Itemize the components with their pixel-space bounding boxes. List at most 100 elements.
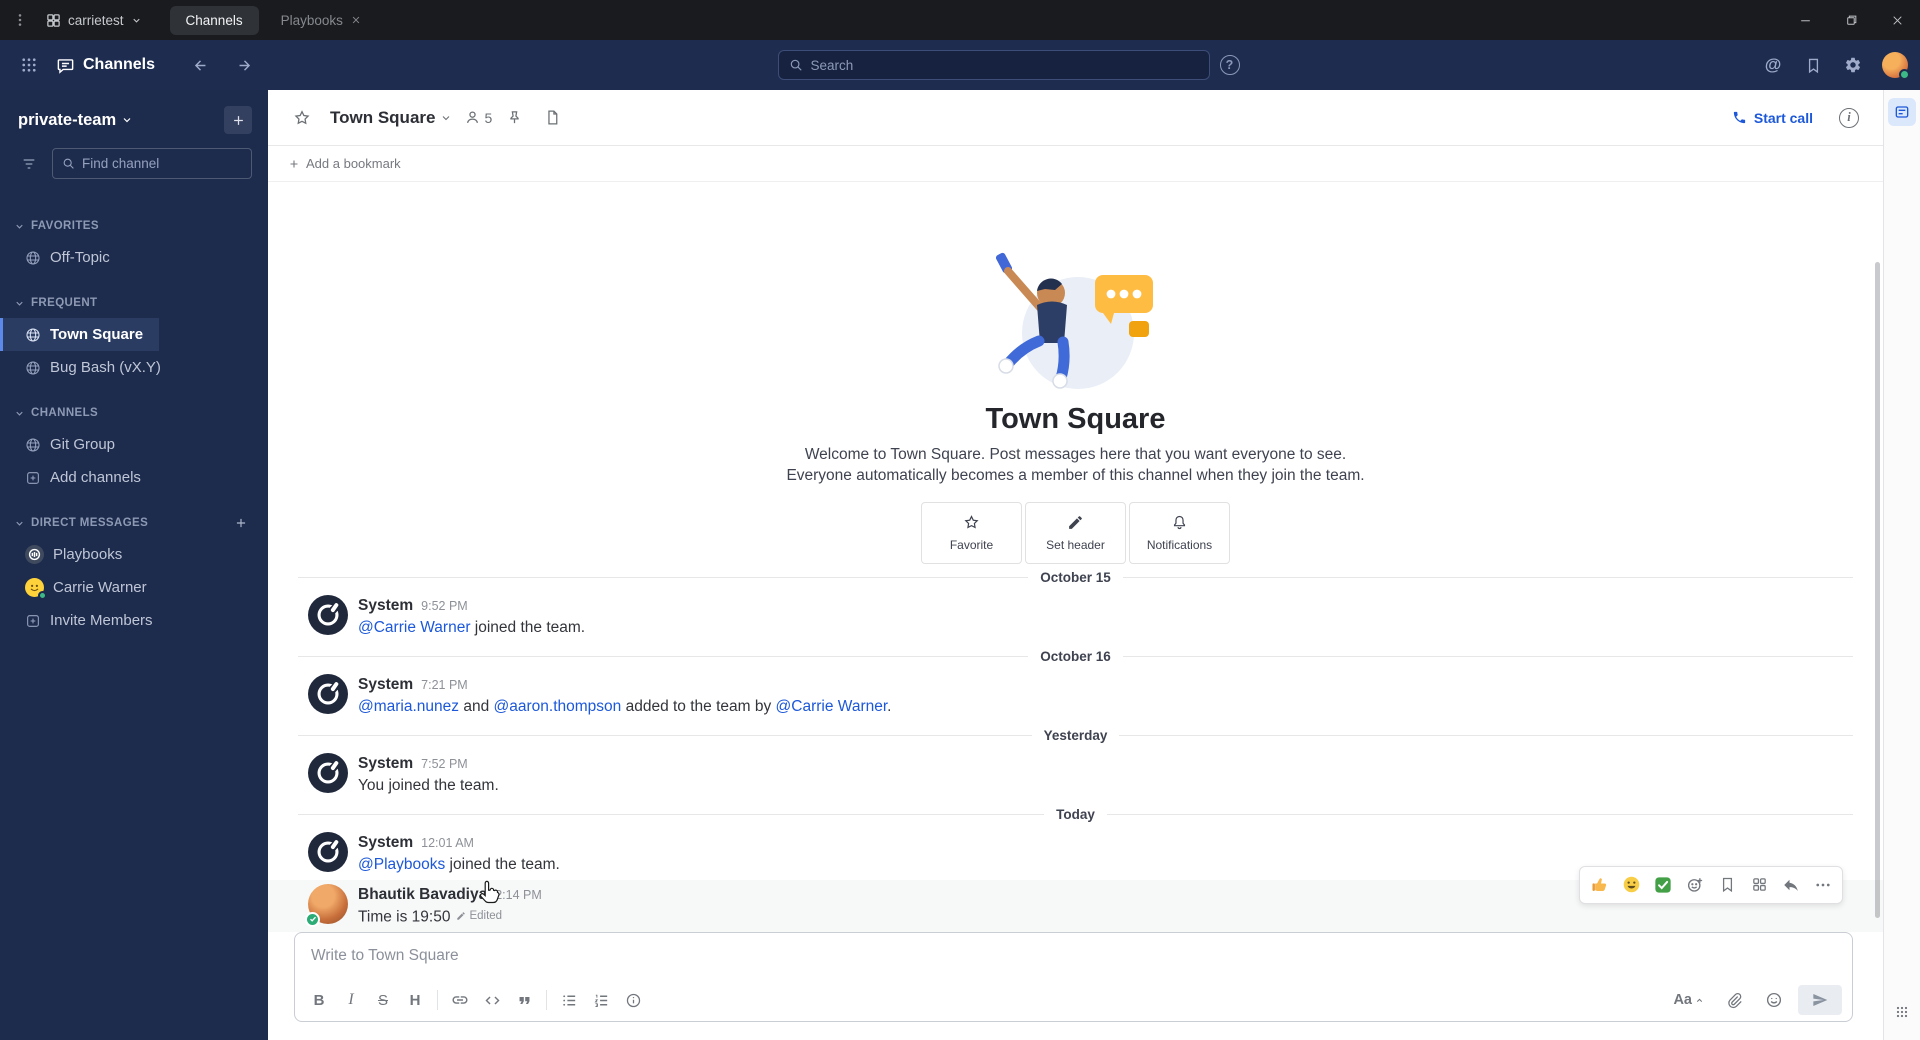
- write-direct-message-icon[interactable]: [228, 510, 254, 536]
- channel-header: Town Square 5 Start call i: [268, 90, 1883, 146]
- smile-reaction-icon[interactable]: [1616, 870, 1646, 900]
- code-button[interactable]: [476, 985, 508, 1015]
- sidebar-item-carrie-warner[interactable]: Carrie Warner: [0, 571, 163, 604]
- channel-files-icon[interactable]: [536, 102, 568, 134]
- message-help-icon[interactable]: [617, 985, 649, 1015]
- history-back-icon[interactable]: [183, 48, 217, 82]
- message-text: @maria.nunez and @aaron.thompson added t…: [358, 697, 892, 715]
- add-reaction-icon[interactable]: [1680, 870, 1710, 900]
- attach-file-icon[interactable]: [1718, 985, 1750, 1015]
- chevron-down-icon: [14, 518, 25, 529]
- window-minimize-button[interactable]: [1782, 0, 1828, 40]
- find-channel-input[interactable]: [82, 156, 242, 171]
- section-channels[interactable]: CHANNELS: [0, 398, 268, 428]
- system-message[interactable]: System 7:52 PM You joined the team.: [268, 749, 1883, 801]
- add-bookmark-button[interactable]: Add a bookmark: [288, 156, 401, 171]
- link-button[interactable]: [444, 985, 476, 1015]
- system-message[interactable]: System 7:21 PM @maria.nunez and @aaron.th…: [268, 670, 1883, 722]
- section-favorites[interactable]: FAVORITES: [0, 211, 268, 241]
- save-message-icon[interactable]: [1712, 870, 1742, 900]
- window-maximize-button[interactable]: [1828, 0, 1874, 40]
- message-input[interactable]: [295, 933, 1852, 979]
- plus-icon: [288, 158, 300, 170]
- channel-bookmarks-rail-icon[interactable]: [1888, 98, 1916, 126]
- quote-button[interactable]: [508, 985, 540, 1015]
- thumbs-up-reaction-icon[interactable]: [1584, 870, 1614, 900]
- numbered-list-button[interactable]: [585, 985, 617, 1015]
- start-call-button[interactable]: Start call: [1722, 105, 1823, 131]
- message-actions-grid-icon[interactable]: [1744, 870, 1774, 900]
- mention-link[interactable]: @Carrie Warner: [776, 698, 888, 715]
- section-frequent[interactable]: FREQUENT: [0, 288, 268, 318]
- mention-link[interactable]: @Playbooks: [358, 856, 445, 873]
- server-selector[interactable]: carrietest: [40, 0, 154, 40]
- bookmark-bar: Add a bookmark: [268, 146, 1883, 182]
- italic-button[interactable]: I: [335, 985, 367, 1015]
- members-icon: [464, 109, 481, 126]
- message-actions-toolbar: [1579, 865, 1843, 904]
- sidebar-item-add-channels[interactable]: Add channels: [0, 461, 157, 494]
- sidebar-item-town-square[interactable]: Town Square: [0, 318, 160, 351]
- channel-info-icon[interactable]: i: [1833, 102, 1865, 134]
- intro-notifications-button[interactable]: Notifications: [1129, 501, 1230, 564]
- product-tabs: Channels Playbooks: [169, 0, 377, 40]
- add-channels-plus-button[interactable]: [224, 106, 252, 134]
- channel-members-button[interactable]: 5: [464, 109, 492, 126]
- sidebar-item-bug-bash[interactable]: Bug Bash (vX.Y): [0, 351, 177, 384]
- heading-button[interactable]: H: [399, 985, 431, 1015]
- product-switcher-icon[interactable]: [12, 48, 46, 82]
- date-divider: Yesterday: [298, 728, 1853, 743]
- find-channel-box[interactable]: [52, 148, 252, 179]
- favorite-star-icon[interactable]: [286, 102, 318, 134]
- history-forward-icon[interactable]: [227, 48, 261, 82]
- message-text: @Playbooks joined the team.: [358, 855, 560, 873]
- phone-icon: [1732, 110, 1747, 125]
- saved-messages-icon[interactable]: [1796, 48, 1830, 82]
- intro-set-header-button[interactable]: Set header: [1025, 501, 1126, 564]
- bulleted-list-button[interactable]: [553, 985, 585, 1015]
- emoji-picker-icon[interactable]: [1758, 985, 1790, 1015]
- sidebar-item-playbooks-bot[interactable]: Playbooks: [0, 538, 138, 571]
- strikethrough-button[interactable]: S: [367, 985, 399, 1015]
- chevron-down-icon: [14, 298, 25, 309]
- carrie-warner-avatar: [25, 578, 47, 600]
- user-avatar[interactable]: [1882, 52, 1910, 80]
- search-box[interactable]: [777, 50, 1210, 80]
- more-actions-icon[interactable]: [1808, 870, 1838, 900]
- section-direct-messages[interactable]: DIRECT MESSAGES: [0, 508, 268, 538]
- settings-gear-icon[interactable]: [1836, 48, 1870, 82]
- global-header: Channels ? @: [0, 40, 1920, 90]
- tab-playbooks[interactable]: Playbooks: [265, 6, 377, 35]
- reply-icon[interactable]: [1776, 870, 1806, 900]
- bold-button[interactable]: B: [303, 985, 335, 1015]
- sidebar-item-git-group[interactable]: Git Group: [0, 428, 131, 461]
- window-close-button[interactable]: [1874, 0, 1920, 40]
- message-list[interactable]: Town Square Welcome to Town Square. Post…: [268, 182, 1883, 932]
- apps-grid-rail-icon[interactable]: [1888, 998, 1916, 1026]
- intro-favorite-button[interactable]: Favorite: [921, 501, 1022, 564]
- channel-sidebar: private-team Find channel FAVORITES Off-…: [0, 90, 268, 1040]
- check-reaction-icon[interactable]: [1648, 870, 1678, 900]
- close-tab-icon[interactable]: [351, 15, 361, 25]
- tab-channels[interactable]: Channels: [169, 5, 259, 35]
- menu-dots-icon[interactable]: [0, 0, 40, 40]
- apps-sidebar: [1883, 90, 1920, 1040]
- recent-mentions-icon[interactable]: @: [1756, 48, 1790, 82]
- channel-filter-icon[interactable]: [14, 149, 44, 179]
- user-message-avatar[interactable]: [305, 883, 348, 927]
- send-message-button[interactable]: [1798, 985, 1842, 1015]
- sidebar-item-invite-members[interactable]: Invite Members: [0, 604, 169, 637]
- system-avatar: [308, 594, 348, 635]
- mention-link[interactable]: @maria.nunez: [358, 698, 459, 715]
- show-formatting-toggle[interactable]: Aa: [1667, 985, 1710, 1015]
- team-menu-button[interactable]: private-team: [18, 111, 133, 130]
- mention-link[interactable]: @aaron.thompson: [494, 698, 622, 715]
- pinned-posts-icon[interactable]: [498, 102, 530, 134]
- system-message[interactable]: System 9:52 PM @Carrie Warner joined the …: [268, 591, 1883, 643]
- mention-link[interactable]: @Carrie Warner: [358, 619, 470, 636]
- help-icon[interactable]: ?: [1219, 55, 1240, 75]
- search-input[interactable]: [810, 57, 1199, 73]
- sidebar-item-off-topic[interactable]: Off-Topic: [0, 241, 126, 274]
- channel-name-menu[interactable]: Town Square: [330, 108, 452, 128]
- user-message[interactable]: Bhautik Bavadiya 2:14 PM Time is 19:50 Edi…: [268, 865, 1883, 932]
